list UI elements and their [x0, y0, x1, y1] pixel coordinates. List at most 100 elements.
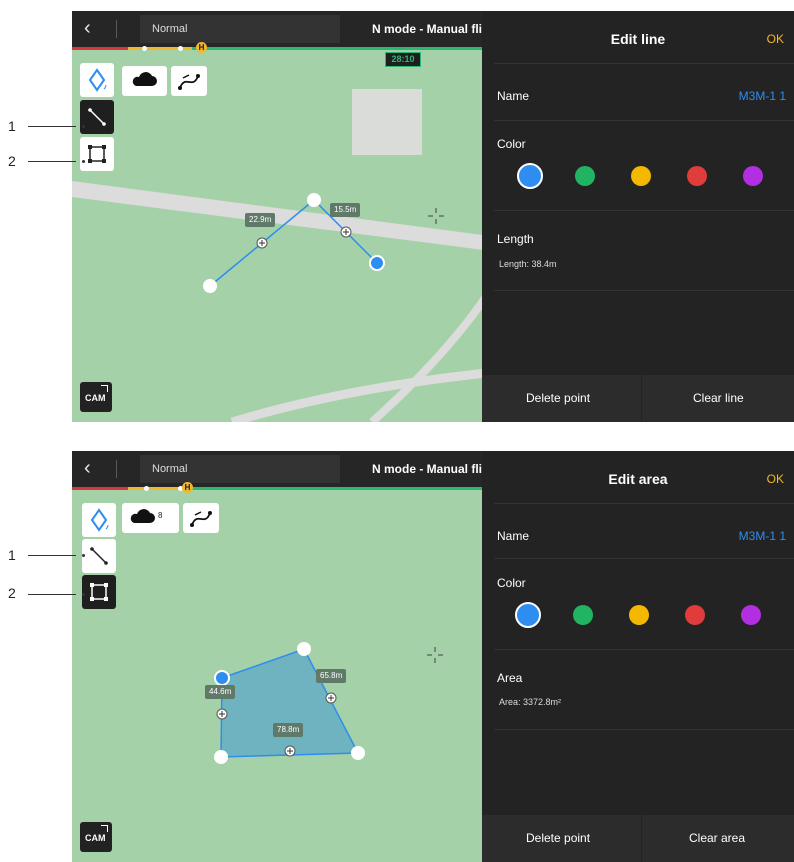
- callout-number: 2: [8, 153, 16, 169]
- flight-mode-status: Normal: [152, 23, 188, 35]
- edit-line-screen: 22.9m 15.5m ‹ Normal N mode - Manual fli…: [72, 11, 794, 422]
- callout-number: 2: [8, 585, 16, 601]
- cloud-icon: [130, 509, 155, 523]
- midpoint-add-icon: [325, 692, 337, 704]
- divider: [494, 210, 794, 211]
- panel-footer: Delete point Clear area: [482, 815, 794, 862]
- divider: [494, 503, 794, 504]
- color-swatch-red[interactable]: [685, 605, 705, 625]
- area-tool-button[interactable]: [80, 137, 114, 171]
- camera-toggle-button[interactable]: CAM: [80, 382, 112, 412]
- pin-tool-button[interactable]: [82, 503, 116, 537]
- color-swatch-blue[interactable]: [517, 163, 543, 189]
- name-label: Name: [497, 529, 530, 543]
- flight-mode-status: Normal: [152, 463, 188, 475]
- progress-marker: [142, 46, 147, 51]
- delete-point-button[interactable]: Delete point: [526, 391, 590, 405]
- color-swatch-green[interactable]: [575, 166, 595, 186]
- cloud-count: 8: [158, 511, 163, 520]
- chevron-left-icon[interactable]: ‹: [84, 17, 91, 39]
- divider: [116, 20, 117, 38]
- callout-line: [28, 161, 76, 162]
- segment-length-label: 65.8m: [316, 669, 347, 683]
- line-vertex: [307, 193, 321, 207]
- midpoint-add-icon: [216, 708, 228, 720]
- line-tool-icon: [88, 108, 106, 126]
- panel-footer: Delete point Clear line: [482, 375, 794, 422]
- cloud-chip[interactable]: [122, 66, 167, 96]
- pin-tool-icon: [90, 508, 109, 532]
- line-tool-icon: [90, 547, 108, 565]
- color-swatch-purple[interactable]: [741, 605, 761, 625]
- clear-area-button[interactable]: Clear area: [689, 831, 745, 845]
- ok-button[interactable]: OK: [767, 32, 784, 46]
- edit-area-screen: 44.6m 65.8m 78.8m ‹ Normal N mode - Manu…: [72, 451, 794, 862]
- color-swatch-blue[interactable]: [515, 602, 541, 628]
- line-vertex-selected: [369, 255, 385, 271]
- midpoint-add-icon: [256, 237, 268, 249]
- segment-length-label: 78.8m: [273, 723, 304, 737]
- corner-icon: [101, 825, 108, 832]
- area-vertex: [351, 746, 365, 760]
- pin-tool-button[interactable]: [80, 63, 114, 97]
- line-vertex: [203, 279, 217, 293]
- callout-dot: [82, 160, 85, 163]
- edit-area-panel: ⓘ ◎ ◆ ≋ ◇ Edit area OK Name M3M-1 1 Colo…: [482, 451, 794, 862]
- callout-dot: [82, 125, 85, 128]
- flight-mode-title: N mode - Manual flight: [372, 22, 482, 36]
- midpoint-add-icon: [340, 226, 352, 238]
- line-tool-button[interactable]: [80, 100, 114, 134]
- callout-dot: [82, 593, 85, 596]
- home-badge: H: [196, 42, 207, 53]
- battery-low-segment: [72, 487, 128, 490]
- area-vertex-selected: [214, 670, 230, 686]
- ok-button[interactable]: OK: [767, 472, 784, 486]
- divider: [494, 649, 794, 650]
- segment-length-label: 15.5m: [330, 203, 361, 217]
- delete-point-button[interactable]: Delete point: [526, 831, 590, 845]
- clear-line-button[interactable]: Clear line: [693, 391, 744, 405]
- color-swatch-yellow[interactable]: [629, 605, 649, 625]
- divider: [494, 729, 794, 730]
- battery-low-segment: [72, 47, 128, 50]
- metric-value: Length: 38.4m: [499, 259, 557, 269]
- color-swatch-purple[interactable]: [743, 166, 763, 186]
- name-value[interactable]: M3M-1 1: [739, 529, 786, 543]
- metric-value: Area: 3372.8m²: [499, 697, 562, 707]
- name-value[interactable]: M3M-1 1: [739, 89, 786, 103]
- color-swatch-yellow[interactable]: [631, 166, 651, 186]
- pin-tool-icon: [88, 68, 107, 92]
- metric-label: Area: [497, 671, 523, 685]
- divider: [494, 558, 794, 559]
- cloud-icon: [132, 72, 157, 86]
- segment-length-label: 22.9m: [245, 213, 276, 227]
- camera-label: CAM: [85, 393, 106, 403]
- cloud-chip[interactable]: 8: [122, 503, 179, 533]
- divider: [494, 290, 794, 291]
- area-tool-button[interactable]: [82, 575, 116, 609]
- camera-toggle-button[interactable]: CAM: [80, 822, 112, 852]
- panel-title: Edit line: [610, 31, 666, 47]
- line-tool-button[interactable]: [82, 539, 116, 573]
- footer-divider: [641, 815, 642, 862]
- camera-label: CAM: [85, 833, 106, 843]
- name-label: Name: [497, 89, 530, 103]
- color-swatch-green[interactable]: [573, 605, 593, 625]
- area-vertex: [214, 750, 228, 764]
- corner-icon: [101, 385, 108, 392]
- crosshair-icon: [428, 208, 444, 224]
- progress-marker: [144, 486, 149, 491]
- callout-number: 1: [8, 547, 16, 563]
- divider: [494, 63, 794, 64]
- color-swatch-red[interactable]: [687, 166, 707, 186]
- route-chip[interactable]: [171, 66, 207, 96]
- callout-line: [28, 126, 76, 127]
- area-tool-icon: [88, 145, 106, 163]
- home-badge: H: [182, 482, 193, 493]
- progress-marker: [178, 46, 183, 51]
- edit-line-panel: ⓘ ◎ ◆ ≋ ◇ Edit line OK Name M3M-1 1 Colo…: [482, 11, 794, 422]
- chevron-left-icon[interactable]: ‹: [84, 457, 91, 479]
- flight-mode-title: N mode - Manual flight: [372, 462, 482, 476]
- drawn-area: [220, 648, 360, 758]
- route-chip[interactable]: [183, 503, 219, 533]
